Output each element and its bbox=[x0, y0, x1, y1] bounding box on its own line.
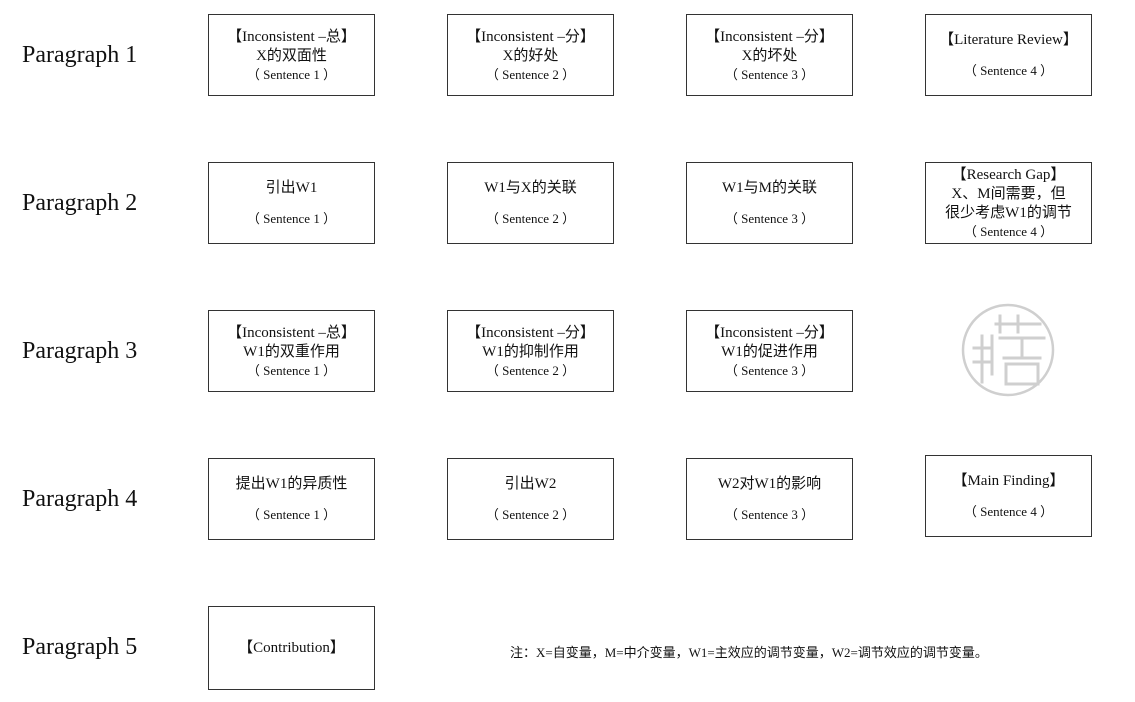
box-heading: 引出W1 bbox=[265, 180, 318, 196]
box-text: W1的抑制作用 bbox=[482, 343, 579, 360]
box-sentence-tag: （ Sentence 1 ） bbox=[246, 362, 337, 378]
p1-sentence-3-box: 【Inconsistent –分】 X的坏处 （ Sentence 3 ） bbox=[686, 14, 853, 96]
box-heading: 引出W2 bbox=[504, 476, 557, 492]
box-text: X的坏处 bbox=[741, 47, 798, 64]
p2-sentence-4-box: 【Research Gap】 X、M间需要，但 很少考虑W1的调节 （ Sent… bbox=[925, 162, 1092, 244]
box-heading: 【Inconsistent –总】 bbox=[227, 28, 356, 45]
box-text: X的好处 bbox=[502, 47, 559, 64]
box-heading: 【Inconsistent –分】 bbox=[466, 324, 595, 341]
box-heading: W1与M的关联 bbox=[722, 180, 817, 196]
paragraph-4-label: Paragraph 4 bbox=[22, 486, 138, 512]
p2-sentence-1-box: 引出W1 （ Sentence 1 ） bbox=[208, 162, 375, 244]
paragraph-2-label: Paragraph 2 bbox=[22, 190, 138, 216]
p3-sentence-1-box: 【Inconsistent –总】 W1的双重作用 （ Sentence 1 ） bbox=[208, 310, 375, 392]
paragraph-1-label: Paragraph 1 bbox=[22, 42, 138, 68]
box-heading: 【Inconsistent –分】 bbox=[705, 324, 834, 341]
box-heading: 【Inconsistent –分】 bbox=[705, 28, 834, 45]
box-sentence-tag: （ Sentence 3 ） bbox=[724, 507, 815, 522]
p2-sentence-2-box: W1与X的关联 （ Sentence 2 ） bbox=[447, 162, 614, 244]
variable-note: 注：X=自变量，M=中介变量，W1=主效应的调节变量，W2=调节效应的调节变量。 bbox=[510, 645, 988, 660]
box-sentence-tag: （ Sentence 3 ） bbox=[724, 211, 815, 226]
box-sentence-tag: （ Sentence 2 ） bbox=[485, 507, 576, 522]
box-sentence-tag: （ Sentence 3 ） bbox=[724, 362, 815, 378]
paragraph-5-label: Paragraph 5 bbox=[22, 634, 138, 660]
box-heading: 【Inconsistent –总】 bbox=[227, 324, 356, 341]
box-heading: 【Main Finding】 bbox=[952, 473, 1065, 489]
p5-contribution-box: 【Contribution】 bbox=[208, 606, 375, 690]
box-heading: W2对W1的影响 bbox=[717, 476, 822, 492]
box-heading: 【Inconsistent –分】 bbox=[466, 28, 595, 45]
box-sentence-tag: （ Sentence 1 ） bbox=[246, 211, 337, 226]
box-sentence-tag: （ Sentence 2 ） bbox=[485, 66, 576, 82]
box-sentence-tag: （ Sentence 1 ） bbox=[246, 507, 337, 522]
box-sentence-tag: （ Sentence 1 ） bbox=[246, 66, 337, 82]
box-heading: 【Literature Review】 bbox=[939, 32, 1078, 48]
box-sentence-tag: （ Sentence 4 ） bbox=[963, 504, 1054, 519]
box-text-2: 很少考虑W1的调节 bbox=[945, 205, 1072, 221]
p1-sentence-2-box: 【Inconsistent –分】 X的好处 （ Sentence 2 ） bbox=[447, 14, 614, 96]
p1-sentence-4-box: 【Literature Review】 （ Sentence 4 ） bbox=[925, 14, 1092, 96]
box-heading: W1与X的关联 bbox=[484, 180, 577, 196]
box-text: W1的促进作用 bbox=[721, 343, 818, 360]
box-text: W1的双重作用 bbox=[243, 343, 340, 360]
p4-sentence-1-box: 提出W1的异质性 （ Sentence 1 ） bbox=[208, 458, 375, 540]
box-sentence-tag: （ Sentence 4 ） bbox=[963, 224, 1054, 239]
seal-watermark-icon bbox=[961, 303, 1055, 397]
p2-sentence-3-box: W1与M的关联 （ Sentence 3 ） bbox=[686, 162, 853, 244]
box-heading: 【Contribution】 bbox=[238, 639, 345, 656]
p4-sentence-3-box: W2对W1的影响 （ Sentence 3 ） bbox=[686, 458, 853, 540]
p3-sentence-2-box: 【Inconsistent –分】 W1的抑制作用 （ Sentence 2 ） bbox=[447, 310, 614, 392]
box-sentence-tag: （ Sentence 3 ） bbox=[724, 66, 815, 82]
box-text: X的双面性 bbox=[256, 47, 327, 64]
box-text: X、M间需要，但 bbox=[951, 186, 1066, 202]
p3-sentence-3-box: 【Inconsistent –分】 W1的促进作用 （ Sentence 3 ） bbox=[686, 310, 853, 392]
box-sentence-tag: （ Sentence 4 ） bbox=[963, 63, 1054, 78]
box-heading: 提出W1的异质性 bbox=[235, 476, 348, 492]
p4-sentence-2-box: 引出W2 （ Sentence 2 ） bbox=[447, 458, 614, 540]
box-sentence-tag: （ Sentence 2 ） bbox=[485, 211, 576, 226]
box-sentence-tag: （ Sentence 2 ） bbox=[485, 362, 576, 378]
box-heading: 【Research Gap】 bbox=[951, 167, 1066, 183]
paragraph-3-label: Paragraph 3 bbox=[22, 338, 138, 364]
p1-sentence-1-box: 【Inconsistent –总】 X的双面性 （ Sentence 1 ） bbox=[208, 14, 375, 96]
p4-sentence-4-box: 【Main Finding】 （ Sentence 4 ） bbox=[925, 455, 1092, 537]
